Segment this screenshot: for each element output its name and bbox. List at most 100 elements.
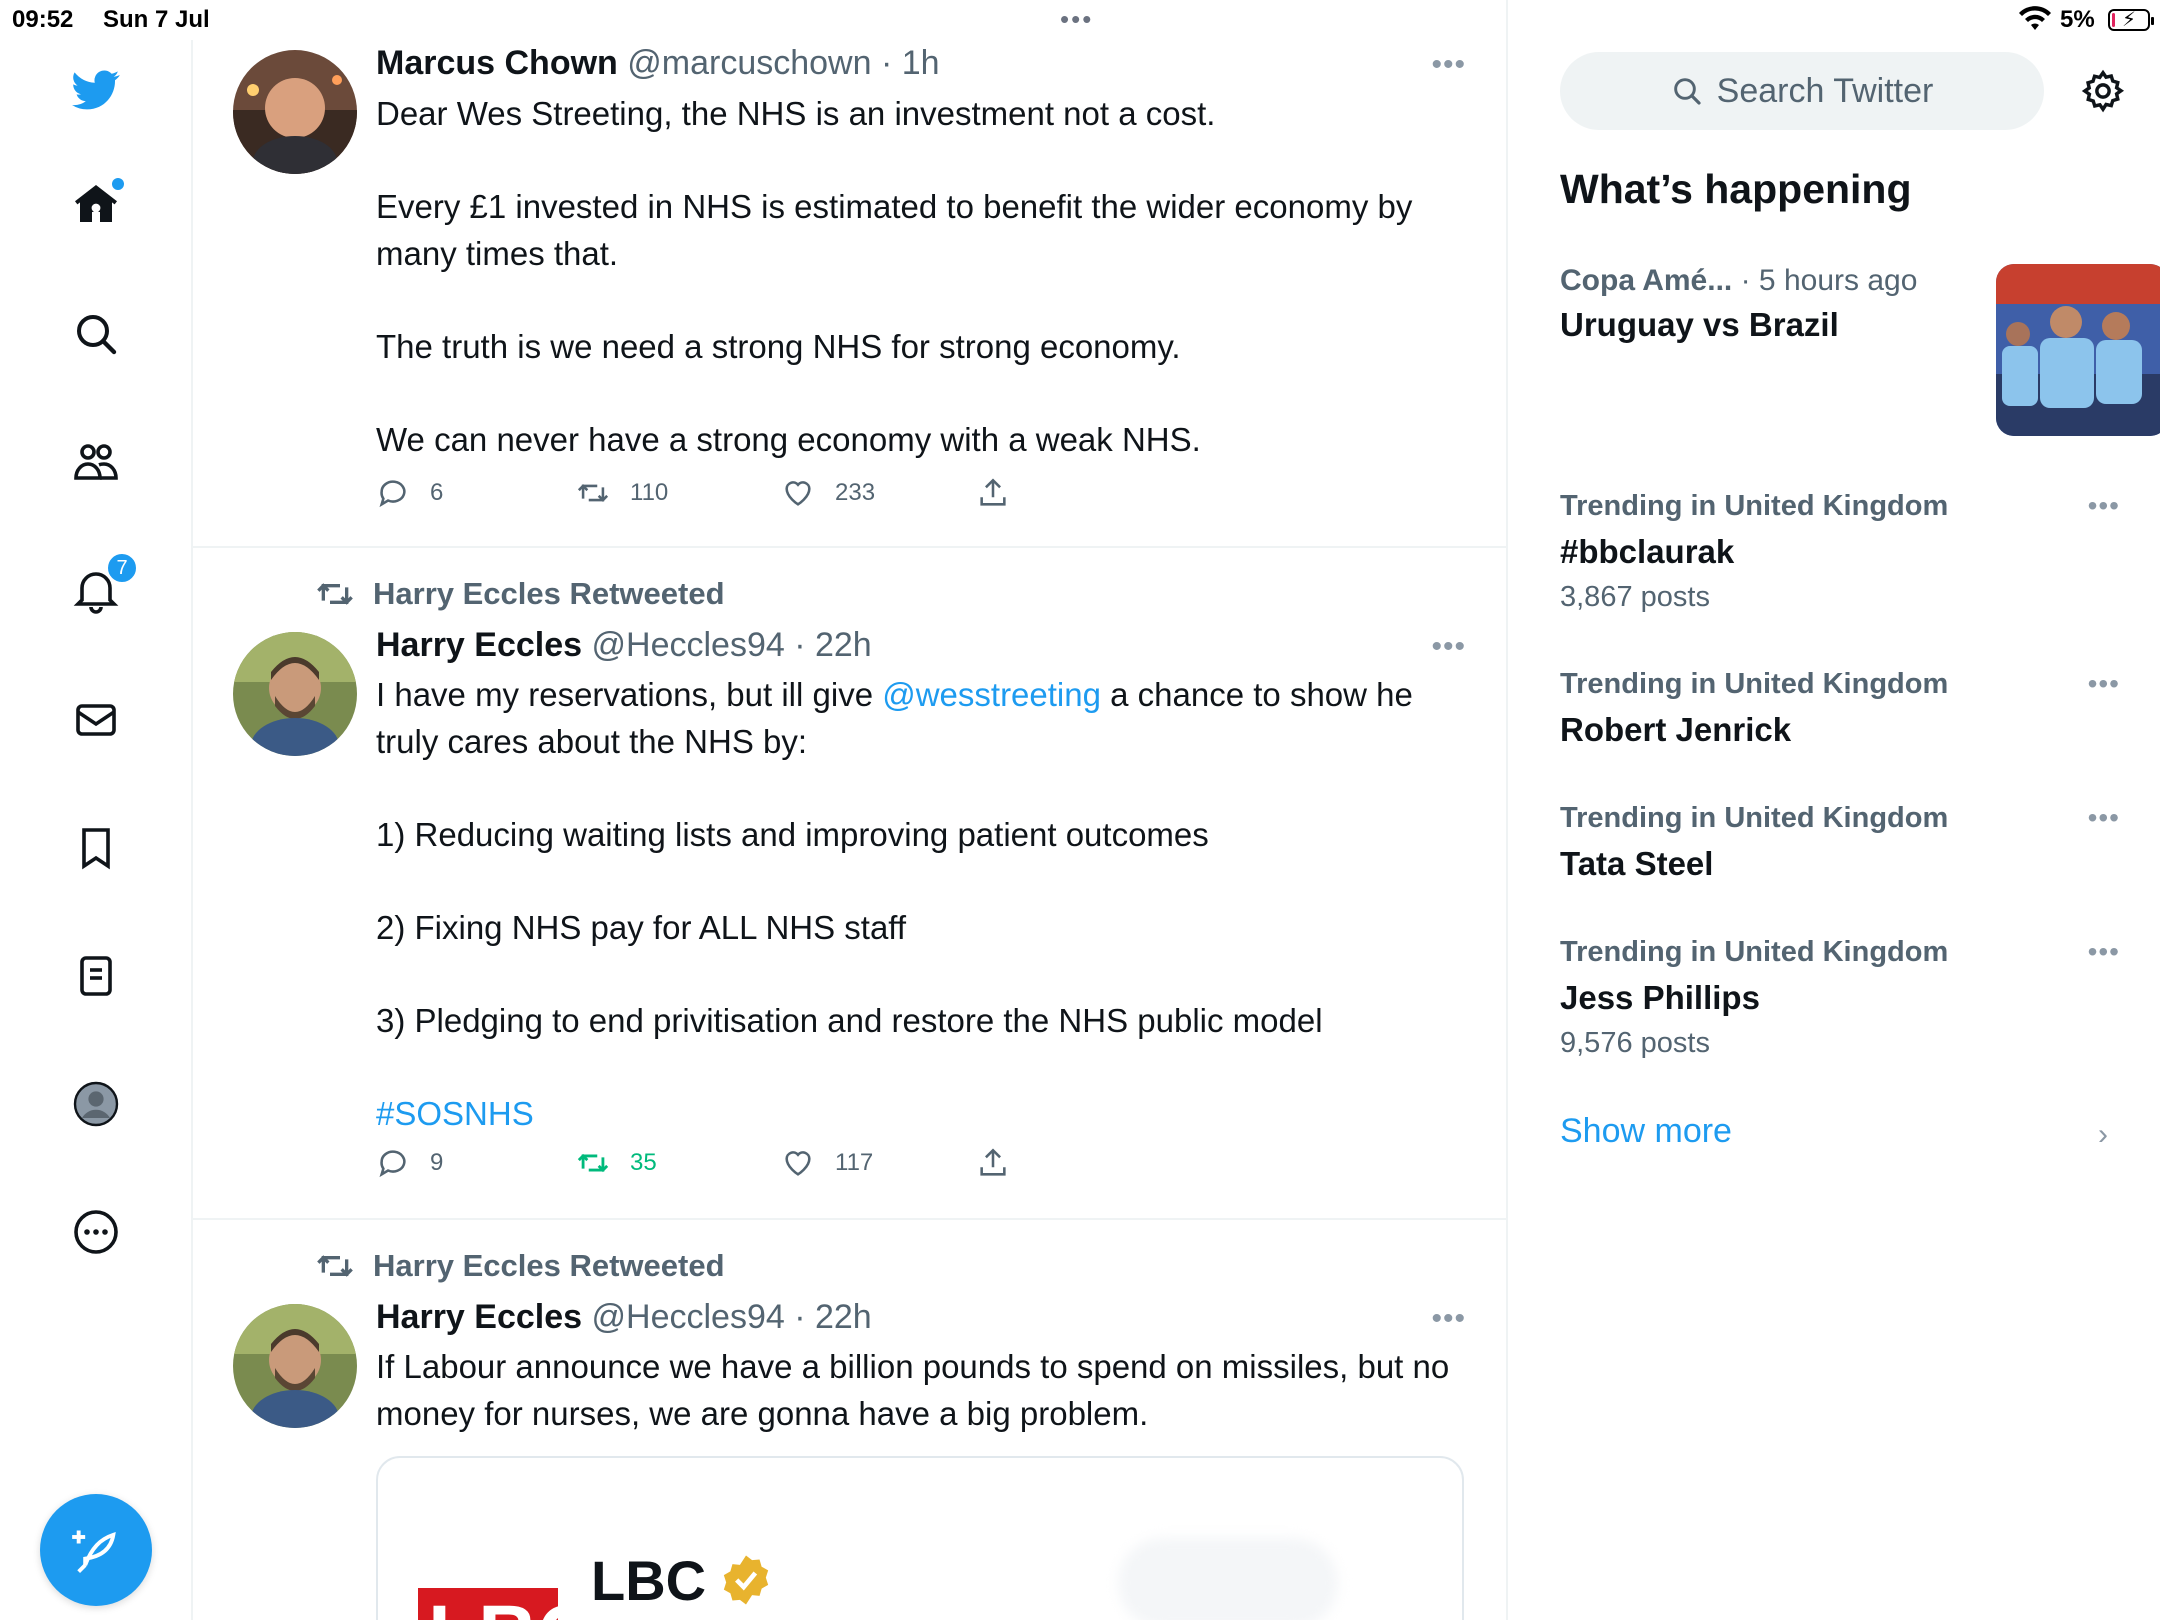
news-category: Copa Amé...: [1560, 264, 1733, 297]
author-handle[interactable]: @Heccles94: [592, 626, 785, 664]
tweet-paragraph: 1) Reducing waiting lists and improving …: [376, 815, 1209, 853]
compose-tweet-button[interactable]: [40, 1494, 152, 1606]
trend-name: Robert Jenrick: [1560, 711, 1792, 748]
home-icon[interactable]: [70, 178, 124, 230]
tweet-actions: 9 35 117: [376, 1146, 1010, 1180]
status-time: 09:52: [12, 6, 74, 33]
lists-icon[interactable]: [70, 950, 122, 1002]
like-count: 117: [835, 1149, 874, 1176]
avatar[interactable]: [233, 1304, 357, 1428]
home-unread-dot: [112, 178, 124, 190]
tweet-time: · 22h: [794, 1298, 872, 1336]
search-icon[interactable]: [70, 308, 122, 360]
trend-count: 3,867 posts: [1560, 581, 1710, 613]
retweet-icon: [577, 1153, 609, 1173]
search-icon: [1673, 78, 1701, 105]
trend-item[interactable]: Trending in United Kingdom #bbclaurak 3,…: [1560, 490, 2120, 614]
hashtag-link[interactable]: #SOSNHS: [376, 1095, 534, 1132]
news-time: · 5 hours ago: [1740, 264, 1918, 297]
right-sidebar: Search Twitter What’s happening Copa Amé…: [1510, 0, 2160, 1620]
reply-icon: [379, 1150, 406, 1178]
retweet-count: 110: [630, 479, 669, 506]
trend-more-icon[interactable]: •••: [2088, 936, 2120, 968]
bookmarks-icon[interactable]: [70, 822, 122, 874]
news-trend-item[interactable]: Copa Amé... · 5 hours ago Uruguay vs Bra…: [1560, 264, 2160, 436]
like-button[interactable]: 117: [781, 1146, 976, 1180]
settings-gear-icon[interactable]: [2080, 68, 2126, 114]
profile-avatar-icon[interactable]: [70, 1078, 122, 1130]
link-preview-card[interactable]: LBC LBC: [376, 1456, 1464, 1620]
trend-context: Trending in United Kingdom: [1560, 802, 1949, 834]
trend-name: Jess Phillips: [1560, 979, 1760, 1016]
retweeted-by-label: Harry Eccles Retweeted: [373, 576, 725, 611]
author-handle[interactable]: @marcuschown: [627, 44, 871, 82]
author-name[interactable]: Harry Eccles: [376, 626, 582, 664]
tweet-text: Dear Wes Streeting, the NHS is an invest…: [376, 91, 1466, 463]
trend-context: Trending in United Kingdom: [1560, 490, 1949, 522]
messages-envelope-icon[interactable]: [70, 694, 122, 746]
author-handle[interactable]: @Heccles94: [592, 1298, 785, 1336]
tweet[interactable]: Marcus Chown @marcuschown · 1h ••• Dear …: [193, 0, 1506, 548]
trend-item[interactable]: Trending in United Kingdom Tata Steel ••…: [1560, 802, 2120, 883]
share-button[interactable]: [976, 1146, 1010, 1180]
twitter-logo-icon[interactable]: [70, 64, 122, 116]
retweet-button[interactable]: 110: [576, 476, 781, 510]
card-follow-button[interactable]: [1118, 1538, 1338, 1620]
whats-happening-title: What’s happening: [1560, 166, 1912, 212]
retweet-icon: [577, 484, 609, 502]
retweet-count: 35: [630, 1149, 657, 1176]
tweet-text: I have my reservations, but ill give @we…: [376, 672, 1466, 1137]
timeline[interactable]: Marcus Chown @marcuschown · 1h ••• Dear …: [193, 0, 1508, 1620]
author-name[interactable]: Harry Eccles: [376, 1298, 582, 1336]
news-thumbnail: [1996, 264, 2160, 436]
reply-count: 6: [430, 479, 444, 506]
trend-context: Trending in United Kingdom: [1560, 668, 1949, 700]
share-button[interactable]: [976, 476, 1010, 510]
retweeted-by-line[interactable]: Harry Eccles Retweeted: [315, 574, 725, 614]
heart-icon: [785, 481, 811, 506]
compose-feather-icon: [72, 1530, 116, 1574]
trend-item[interactable]: Trending in United Kingdom Jess Phillips…: [1560, 936, 2120, 1060]
show-more-link[interactable]: Show more: [1560, 1112, 1732, 1151]
share-icon: [980, 478, 1006, 506]
notification-count-badge: 7: [106, 552, 138, 584]
trend-name: Tata Steel: [1560, 845, 1714, 882]
retweet-icon: [317, 1255, 353, 1277]
verified-badge-icon: [723, 1555, 769, 1605]
communities-icon[interactable]: [70, 436, 122, 488]
like-count: 233: [835, 479, 876, 506]
tweet-more-icon[interactable]: •••: [1431, 48, 1466, 82]
reply-button[interactable]: 9: [376, 1146, 576, 1180]
avatar[interactable]: [233, 50, 357, 174]
reply-count: 9: [430, 1149, 444, 1176]
trend-more-icon[interactable]: •••: [2088, 802, 2120, 834]
trend-context: Trending in United Kingdom: [1560, 936, 1949, 968]
retweeted-by-line[interactable]: Harry Eccles Retweeted: [315, 1246, 725, 1286]
retweet-button[interactable]: 35: [576, 1146, 781, 1180]
trend-count: 9,576 posts: [1560, 1027, 1710, 1059]
tweet-paragraph: I have my reservations, but ill give @we…: [376, 672, 1466, 765]
retweet-icon: [317, 583, 353, 605]
lbc-logo-text: LBC: [428, 1589, 558, 1620]
reply-button[interactable]: 6: [376, 476, 576, 510]
tweet-time: · 1h: [880, 44, 940, 82]
like-button[interactable]: 233: [781, 476, 976, 510]
heart-icon: [785, 1151, 811, 1176]
trend-more-icon[interactable]: •••: [2088, 668, 2120, 700]
tweet[interactable]: Harry Eccles Retweeted Harry Eccles @Hec…: [193, 548, 1506, 1220]
trend-item[interactable]: Trending in United Kingdom Robert Jenric…: [1560, 668, 2120, 749]
notifications-bell-icon[interactable]: 7: [70, 552, 138, 616]
mention-link[interactable]: @wesstreeting: [882, 676, 1101, 713]
trend-name: #bbclaurak: [1560, 533, 1735, 570]
trend-more-icon[interactable]: •••: [2088, 490, 2120, 522]
tweet-paragraph: 3) Pledging to end privitisation and res…: [376, 1001, 1323, 1039]
more-options-icon[interactable]: [70, 1206, 122, 1258]
tweet-paragraph: Every £1 invested in NHS is estimated to…: [376, 188, 1413, 272]
left-navigation: 7: [0, 40, 193, 1620]
tweet-more-icon[interactable]: •••: [1431, 630, 1466, 664]
tweet-more-icon[interactable]: •••: [1431, 1302, 1466, 1336]
lbc-logo: LBC: [418, 1588, 558, 1620]
author-name[interactable]: Marcus Chown: [376, 44, 618, 82]
search-input[interactable]: Search Twitter: [1560, 52, 2044, 130]
avatar[interactable]: [233, 632, 357, 756]
